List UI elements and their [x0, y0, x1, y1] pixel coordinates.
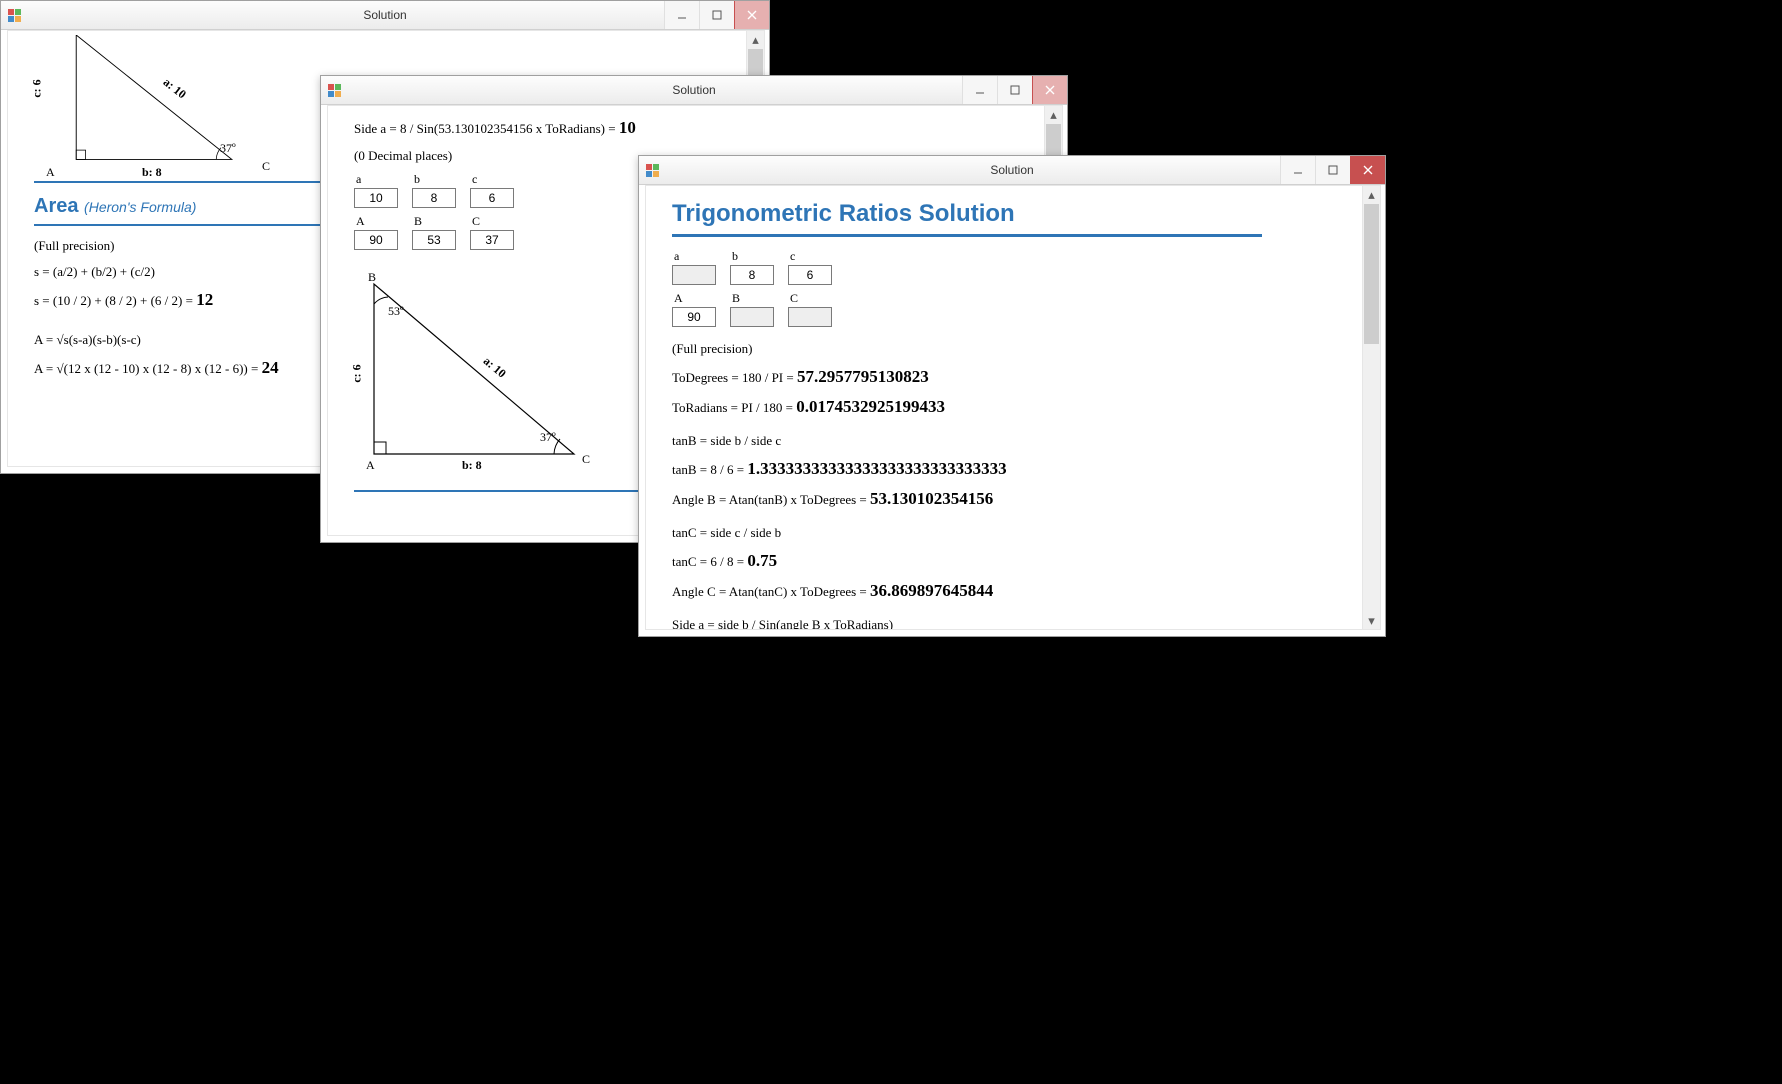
value-C[interactable] [788, 307, 832, 327]
label-a: a [672, 249, 679, 264]
toradians-line: ToRadians = PI / 180 = 0.017453292519943… [672, 397, 1336, 417]
divider [672, 234, 1262, 237]
maximize-button[interactable] [699, 1, 734, 29]
minimize-button[interactable] [1280, 156, 1315, 184]
value-a[interactable] [672, 265, 716, 285]
tanb-calc: tanB = 8 / 6 = 1.33333333333333333333333… [672, 459, 1336, 479]
content-area: Trigonometric Ratios Solution a b8 c6 A9… [645, 185, 1363, 630]
label-b: b [730, 249, 738, 264]
label-C: C [788, 291, 798, 306]
value-B[interactable] [730, 307, 774, 327]
app-icon [7, 8, 21, 22]
window-title: Solution [1, 8, 769, 22]
divider [34, 224, 324, 226]
value-B[interactable]: 53 [412, 230, 456, 250]
scroll-down-button[interactable]: ▾ [1363, 612, 1380, 629]
angles-row: A90 B C [672, 291, 1336, 327]
triangle-diagram: B 53º c: 6 a: 10 37º A C b: 8 [354, 274, 594, 484]
value-a[interactable]: 10 [354, 188, 398, 208]
value-A[interactable]: 90 [354, 230, 398, 250]
triangle-diagram: c: 6 a: 10 37º A C b: 8 [34, 35, 274, 175]
titlebar[interactable]: Solution [639, 156, 1385, 185]
minimize-button[interactable] [962, 76, 997, 104]
window-title: Solution [321, 83, 1067, 97]
value-c[interactable]: 6 [470, 188, 514, 208]
anglec-calc: Angle C = Atan(tanC) x ToDegrees = 36.86… [672, 581, 1336, 601]
tanc-formula: tanC = side c / side b [672, 525, 1336, 541]
label-a: a [354, 172, 361, 187]
divider [354, 490, 644, 492]
label-B: B [412, 214, 422, 229]
todegrees-line: ToDegrees = 180 / PI = 57.2957795130823 [672, 367, 1336, 387]
tanc-calc: tanC = 6 / 8 = 0.75 [672, 551, 1336, 571]
app-icon [645, 163, 659, 177]
sidea-formula: Side a = side b / Sin(angle B x ToRadian… [672, 617, 1336, 630]
window-title: Solution [639, 163, 1385, 177]
titlebar[interactable]: Solution [321, 76, 1067, 105]
sides-row: a b8 c6 [672, 249, 1336, 285]
close-button[interactable] [734, 1, 769, 29]
divider [34, 181, 324, 183]
scroll-up-button[interactable]: ▴ [1363, 186, 1380, 203]
close-button[interactable] [1350, 156, 1385, 184]
minimize-button[interactable] [664, 1, 699, 29]
tanb-formula: tanB = side b / side c [672, 433, 1336, 449]
precision-note: (Full precision) [672, 341, 1336, 357]
scroll-up-button[interactable]: ▴ [747, 31, 764, 48]
maximize-button[interactable] [997, 76, 1032, 104]
value-b[interactable]: 8 [730, 265, 774, 285]
label-A: A [354, 214, 365, 229]
page-title: Trigonometric Ratios Solution [672, 200, 1336, 228]
close-button[interactable] [1032, 76, 1067, 104]
label-C: C [470, 214, 480, 229]
value-b[interactable]: 8 [412, 188, 456, 208]
titlebar[interactable]: Solution [1, 1, 769, 30]
label-A: A [672, 291, 683, 306]
label-B: B [730, 291, 740, 306]
value-A[interactable]: 90 [672, 307, 716, 327]
app-icon [327, 83, 341, 97]
angleb-calc: Angle B = Atan(tanB) x ToDegrees = 53.13… [672, 489, 1336, 509]
label-c: c [788, 249, 795, 264]
label-b: b [412, 172, 420, 187]
window-solution-trig: Solution Trigonometric Ratios Solution a… [638, 155, 1386, 637]
scroll-up-button[interactable]: ▴ [1045, 106, 1062, 123]
vertical-scrollbar[interactable]: ▴ ▾ [1362, 185, 1381, 630]
side-a-calc: Side a = 8 / Sin(53.130102354156 x ToRad… [354, 118, 1018, 138]
maximize-button[interactable] [1315, 156, 1350, 184]
value-C[interactable]: 37 [470, 230, 514, 250]
value-c[interactable]: 6 [788, 265, 832, 285]
label-c: c [470, 172, 477, 187]
scroll-thumb[interactable] [1364, 204, 1379, 344]
